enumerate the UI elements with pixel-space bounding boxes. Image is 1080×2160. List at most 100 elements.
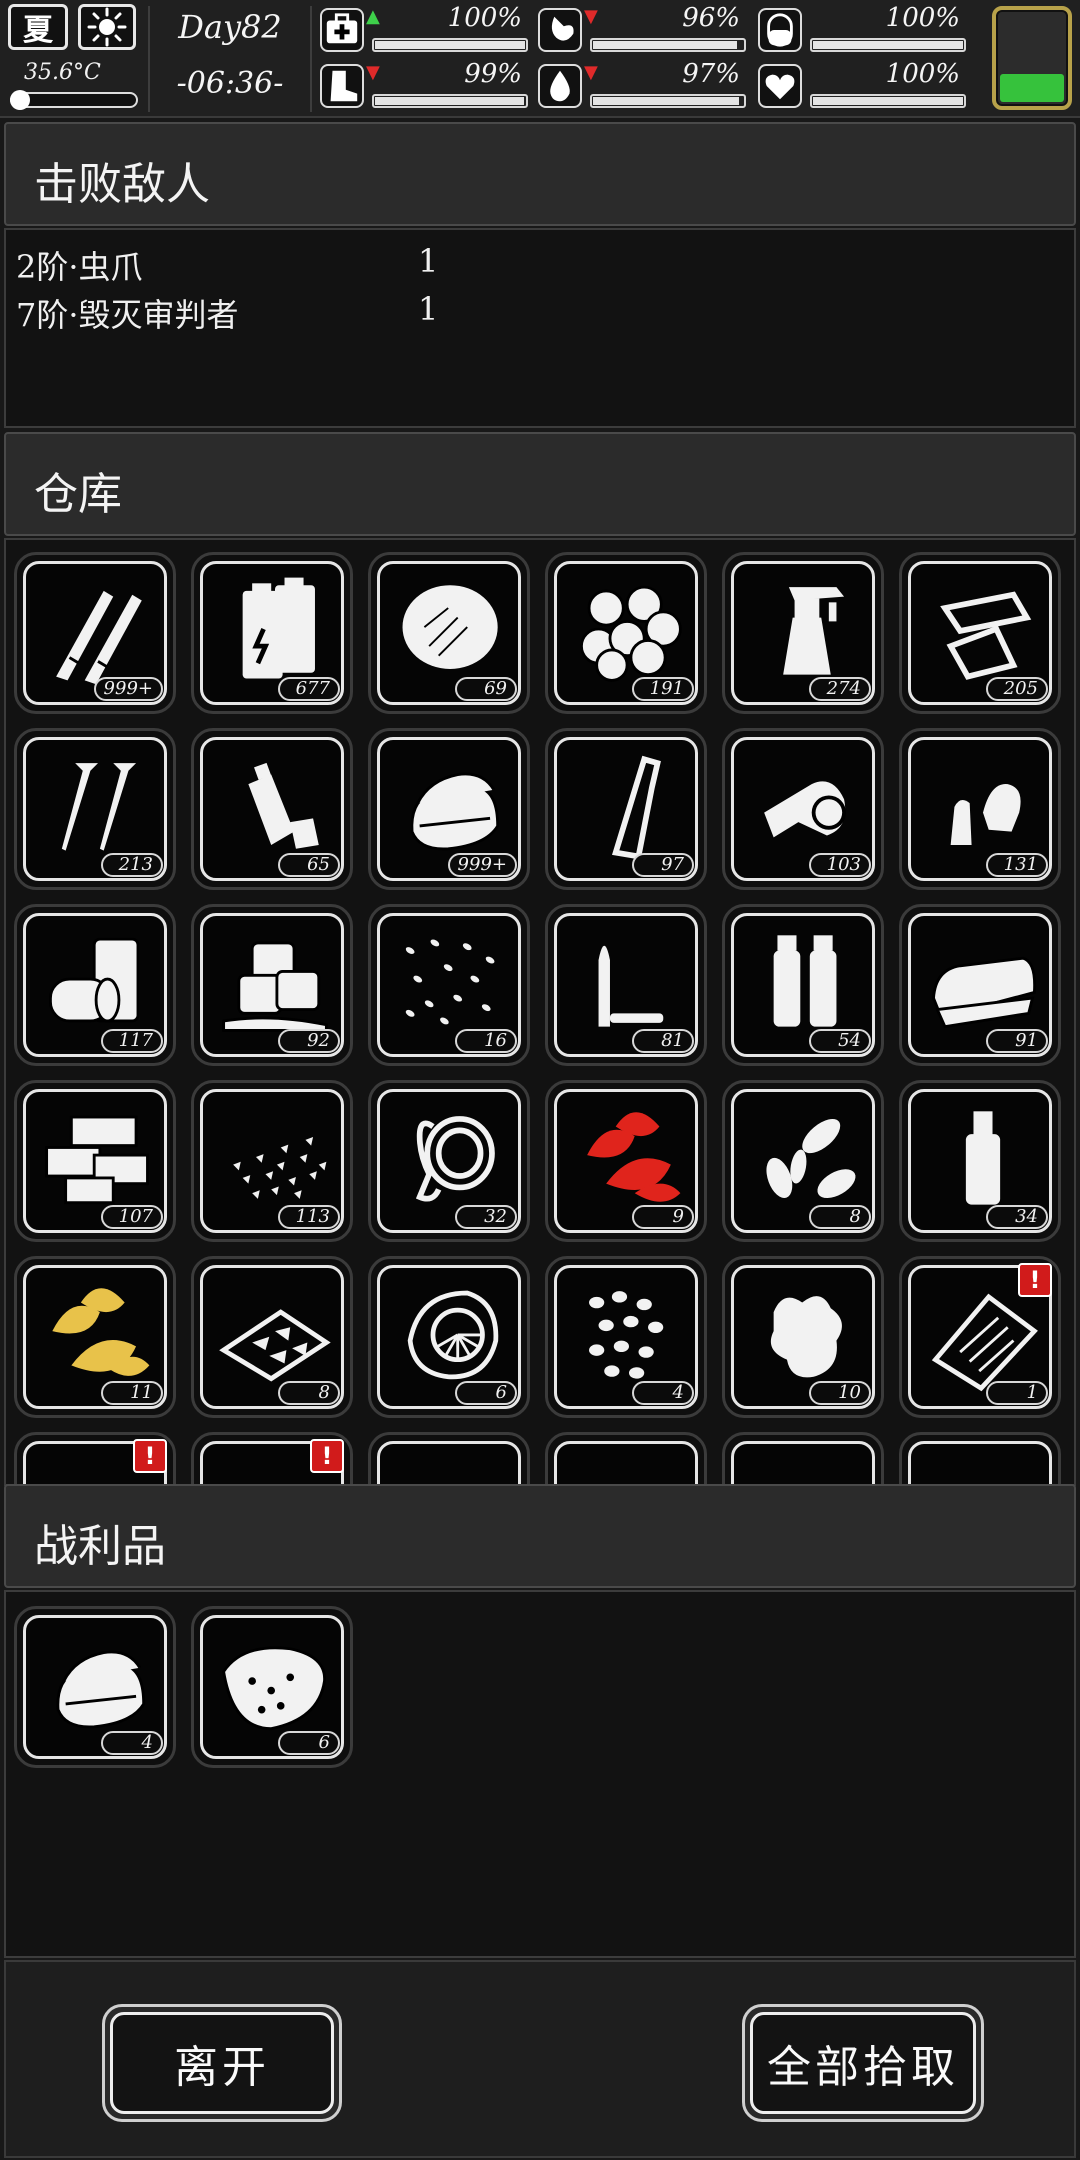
- item-slot[interactable]: 205: [899, 552, 1061, 714]
- medkit-icon: [320, 8, 364, 52]
- item-count: 103: [809, 853, 871, 877]
- item-slot[interactable]: 1!: [899, 1256, 1061, 1418]
- item-slot[interactable]: 8: [722, 1080, 884, 1242]
- temperature-bar: [10, 90, 138, 110]
- item-count: 34: [986, 1205, 1048, 1229]
- item-slot[interactable]: 191: [545, 552, 707, 714]
- item-slot[interactable]: 107: [14, 1080, 176, 1242]
- item-count: 92: [278, 1029, 340, 1053]
- stat-stomach: ▼ 96%: [538, 4, 750, 56]
- item-slot[interactable]: 131: [899, 728, 1061, 890]
- item-slot[interactable]: 91: [899, 904, 1061, 1066]
- raw-meat-icon: [222, 1646, 326, 1731]
- stat-value: 100%: [885, 3, 960, 33]
- item-count: 69: [455, 677, 517, 701]
- loot-screen: 夏 35.6°C Day82 -06:36- ▲ 100% ▼ 96% 100% ▼ 99%…: [0, 0, 1080, 2160]
- large-cartridges-icon: [773, 935, 837, 1027]
- leave-button[interactable]: 离开: [102, 2004, 342, 2122]
- enemy-count: 1: [418, 242, 439, 280]
- section-title: 战利品: [34, 1521, 166, 1572]
- leave-button-label: 离开: [110, 2012, 334, 2114]
- stat-value: 99%: [464, 59, 522, 89]
- item-slot[interactable]: 677: [191, 552, 353, 714]
- item-slot[interactable]: [368, 1432, 530, 1484]
- bandage-roll-icon: [764, 781, 846, 838]
- item-slot[interactable]: 9: [545, 1080, 707, 1242]
- water-drop-icon: [538, 64, 582, 108]
- item-slot[interactable]: 65: [191, 728, 353, 890]
- partial-item-icon: [567, 1450, 691, 1484]
- cloth-stack-icon: [56, 1650, 146, 1729]
- item-slot[interactable]: 11: [14, 1256, 176, 1418]
- loot-panel: 46: [4, 1590, 1076, 1958]
- item-slot[interactable]: 117: [14, 904, 176, 1066]
- stomach-icon: [538, 8, 582, 52]
- boot-icon: [320, 64, 364, 108]
- fiber-tuft-icon: [402, 585, 498, 669]
- clock: -06:36-: [176, 66, 284, 101]
- item-count: 205: [986, 677, 1048, 701]
- partial-item-icon: [921, 1450, 1045, 1484]
- item-slot[interactable]: 54: [722, 904, 884, 1066]
- stat-value: 100%: [885, 59, 960, 89]
- item-slot[interactable]: !: [191, 1432, 353, 1484]
- item-count: 274: [809, 677, 871, 701]
- storage-grid: 999+ 677 69 191 274 205 213 65 999+ 97 103 131 117 92…: [14, 552, 1063, 1484]
- item-slot[interactable]: [722, 1432, 884, 1484]
- storage-scroll-area[interactable]: 999+ 677 69 191 274 205 213 65 999+ 97 103 131 117 92…: [6, 552, 1072, 1484]
- item-count: 999+: [447, 853, 517, 877]
- red-herb-icon: [587, 1112, 681, 1202]
- item-slot[interactable]: 8: [191, 1256, 353, 1418]
- item-slot[interactable]: 213: [14, 728, 176, 890]
- item-slot[interactable]: 999+: [14, 552, 176, 714]
- item-slot[interactable]: 97: [545, 728, 707, 890]
- item-count: 113: [278, 1205, 340, 1229]
- stat-bar: [372, 38, 528, 52]
- battery-indicator[interactable]: [992, 6, 1072, 110]
- stat-heart: 100%: [758, 60, 970, 112]
- seeds-icon: [405, 939, 495, 1025]
- partial-item-icon: [390, 1450, 514, 1484]
- stat-bar: [590, 94, 746, 108]
- alert-badge-icon: !: [133, 1439, 167, 1473]
- item-count: 54: [809, 1029, 871, 1053]
- item-slot[interactable]: 4: [14, 1606, 176, 1768]
- item-slot[interactable]: [545, 1432, 707, 1484]
- enemy-row: 7阶·毁灭审判者 1: [16, 290, 446, 334]
- jerky-tray-icon: [219, 1309, 331, 1382]
- item-count: 131: [986, 853, 1048, 877]
- scrap-plates-icon: [940, 591, 1032, 680]
- sun-icon: [78, 4, 136, 50]
- item-slot[interactable]: 999+: [368, 728, 530, 890]
- item-slot[interactable]: 32: [368, 1080, 530, 1242]
- stat-bar: [372, 94, 528, 108]
- item-slot[interactable]: 81: [545, 904, 707, 1066]
- item-slot[interactable]: 6: [368, 1256, 530, 1418]
- item-slot[interactable]: 92: [191, 904, 353, 1066]
- item-slot[interactable]: 274: [722, 552, 884, 714]
- take-all-button[interactable]: 全部拾取: [742, 2004, 984, 2122]
- trend-down-icon: ▼: [584, 6, 598, 27]
- season-indicator: 夏: [8, 4, 68, 50]
- item-slot[interactable]: 103: [722, 728, 884, 890]
- bullets-icon: [56, 590, 142, 685]
- item-count: 213: [101, 853, 163, 877]
- item-slot[interactable]: !: [14, 1432, 176, 1484]
- item-slot[interactable]: 69: [368, 552, 530, 714]
- pill-icon: [758, 8, 802, 52]
- stat-water-drop: ▼ 97%: [538, 60, 750, 112]
- stat-bar: [810, 38, 966, 52]
- item-slot[interactable]: 4: [545, 1256, 707, 1418]
- item-slot[interactable]: 16: [368, 904, 530, 1066]
- item-slot[interactable]: 10: [722, 1256, 884, 1418]
- item-slot[interactable]: [899, 1432, 1061, 1484]
- medicine-bottle-icon: [965, 1111, 1001, 1205]
- spray-bottle-icon: [783, 587, 845, 675]
- day-counter: Day82: [178, 8, 282, 46]
- loot-grid: 46: [14, 1606, 1063, 1768]
- item-slot[interactable]: 6: [191, 1606, 353, 1768]
- stat-value: 96%: [682, 3, 740, 33]
- sunflower-seeds-icon: [766, 1118, 856, 1199]
- item-slot[interactable]: 34: [899, 1080, 1061, 1242]
- item-slot[interactable]: 113: [191, 1080, 353, 1242]
